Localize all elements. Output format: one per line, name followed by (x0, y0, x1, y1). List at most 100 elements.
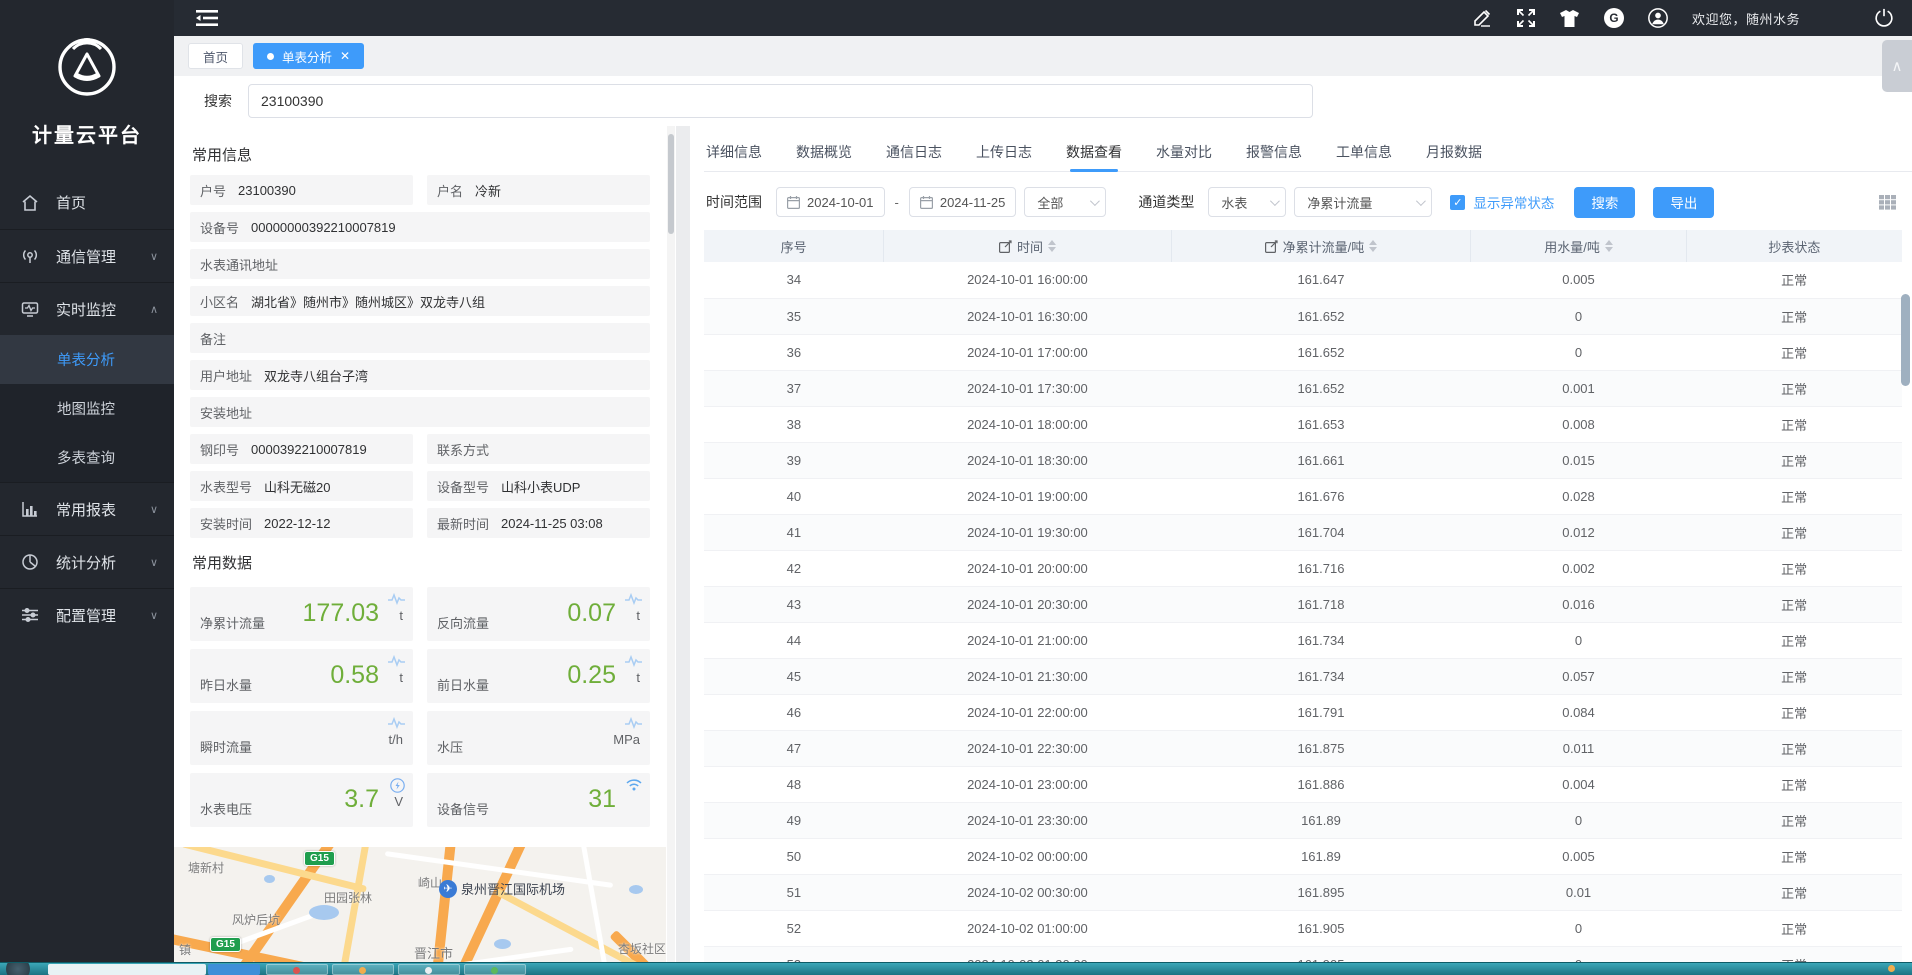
fullscreen-icon[interactable] (1516, 8, 1536, 28)
sidebar-item-single-meter-analysis[interactable]: 单表分析 (0, 335, 174, 384)
table-row[interactable]: 412024-10-01 19:30:00161.7040.012正常 (704, 514, 1902, 550)
sort-carets-icon[interactable] (1605, 240, 1613, 252)
edit-column-icon[interactable] (999, 240, 1012, 253)
table-row[interactable]: 472024-10-01 22:30:00161.8750.011正常 (704, 730, 1902, 766)
taskbar-window[interactable] (266, 964, 328, 975)
avatar-icon[interactable] (1648, 8, 1668, 28)
table-cell: 161.905 (1171, 910, 1471, 946)
taskbar-window[interactable] (208, 964, 260, 975)
sidebar-item-statistics[interactable]: 统计分析 ∨ (0, 535, 174, 588)
nav-tab-single-meter-analysis[interactable]: 单表分析 ✕ (253, 43, 364, 69)
detail-tab-7[interactable]: 报警信息 (1246, 142, 1302, 171)
date-from-input[interactable]: 2024-10-01 (776, 187, 885, 217)
left-panel-scrollbar[interactable] (667, 126, 675, 975)
mini-map[interactable]: G15 G15 塘新村 田园张林 崎山 风炉后坑 镇 晋江市 后林 杏坂社区 袅… (174, 847, 666, 975)
taskbar-window[interactable] (398, 964, 460, 975)
table-cell: 2024-10-02 00:00:00 (884, 838, 1172, 874)
table-row[interactable]: 522024-10-02 01:00:00161.9050正常 (704, 910, 1902, 946)
channel-select[interactable]: 水表 (1208, 187, 1286, 217)
detail-tab-3[interactable]: 通信日志 (886, 142, 942, 171)
detail-tab-9[interactable]: 月报数据 (1426, 142, 1482, 171)
scrollbar-thumb[interactable] (1901, 294, 1910, 386)
column-header-net-flow[interactable]: 净累计流量/吨 (1171, 230, 1471, 262)
taskbar-window[interactable] (48, 964, 206, 975)
sidebar-item-configuration[interactable]: 配置管理 ∨ (0, 588, 174, 641)
table-cell: 2024-10-02 01:00:00 (884, 910, 1172, 946)
tray-icon[interactable] (1888, 965, 1895, 972)
scrollbar-thumb[interactable] (668, 134, 674, 234)
column-header-time[interactable]: 时间 (884, 230, 1172, 262)
table-row[interactable]: 382024-10-01 18:00:00161.6530.008正常 (704, 406, 1902, 442)
detail-tab-1[interactable]: 详细信息 (706, 142, 762, 171)
table-cell: 正常 (1686, 586, 1902, 622)
table-cell: 2024-10-01 16:00:00 (884, 262, 1172, 298)
column-settings-icon[interactable] (1879, 195, 1896, 210)
calendar-icon (920, 196, 933, 209)
export-button[interactable]: 导出 (1653, 187, 1714, 218)
field-device-no: 设备号00000000392210007819 (190, 212, 650, 242)
taskbar-window[interactable] (332, 964, 394, 975)
pie-chart-icon (20, 552, 40, 572)
scroll-top-button[interactable]: ∧ (1882, 40, 1912, 92)
column-header-status[interactable]: 抄表状态 (1686, 230, 1902, 262)
table-row[interactable]: 502024-10-02 00:00:00161.890.005正常 (704, 838, 1902, 874)
theme-icon[interactable] (1560, 8, 1580, 28)
table-scrollbar[interactable] (1901, 236, 1910, 975)
sort-carets-icon[interactable] (1369, 240, 1377, 252)
sidebar-item-multi-meter-query[interactable]: 多表查询 (0, 433, 174, 482)
detail-tab-2[interactable]: 数据概览 (796, 142, 852, 171)
section-title-common-info: 常用信息 (190, 138, 650, 175)
tab-close-icon[interactable]: ✕ (340, 50, 350, 62)
sort-carets-icon[interactable] (1048, 240, 1056, 252)
submenu-label: 地图监控 (57, 398, 115, 419)
metric-select[interactable]: 净累计流量 (1294, 187, 1432, 217)
detail-tab-6[interactable]: 水量对比 (1156, 142, 1212, 171)
taskbar-window[interactable] (464, 964, 526, 975)
table-row[interactable]: 482024-10-01 23:00:00161.8860.004正常 (704, 766, 1902, 802)
sidebar-item-home[interactable]: 首页 (0, 176, 174, 229)
nav-tab-home[interactable]: 首页 (188, 43, 243, 69)
show-abnormal-checkbox[interactable]: ✓ (1450, 195, 1465, 210)
start-button[interactable] (6, 962, 30, 975)
search-input[interactable] (248, 84, 1313, 118)
table-row[interactable]: 422024-10-01 20:00:00161.7160.002正常 (704, 550, 1902, 586)
table-cell: 161.652 (1171, 370, 1471, 406)
table-row[interactable]: 492024-10-01 23:30:00161.890正常 (704, 802, 1902, 838)
detail-tab-5[interactable]: 数据查看 (1066, 142, 1122, 171)
map-airport-marker[interactable]: ✈ 泉州晋江国际机场 (439, 879, 565, 898)
detail-tab-8[interactable]: 工单信息 (1336, 142, 1392, 171)
sidebar-item-communication[interactable]: 通信管理 ∨ (0, 229, 174, 282)
range-select[interactable]: 全部 (1024, 187, 1106, 217)
stat-unit: MPa (613, 732, 640, 747)
google-icon[interactable]: G (1604, 8, 1624, 28)
column-header-usage[interactable]: 用水量/吨 (1471, 230, 1687, 262)
table-row[interactable]: 372024-10-01 17:30:00161.6520.001正常 (704, 370, 1902, 406)
field-latest-time: 最新时间2024-11-25 03:08 (427, 508, 650, 538)
table-row[interactable]: 512024-10-02 00:30:00161.8950.01正常 (704, 874, 1902, 910)
table-row[interactable]: 452024-10-01 21:30:00161.7340.057正常 (704, 658, 1902, 694)
power-icon[interactable] (1874, 8, 1894, 28)
table-row[interactable]: 462024-10-01 22:00:00161.7910.084正常 (704, 694, 1902, 730)
column-label: 时间 (1017, 237, 1043, 256)
sidebar-item-common-reports[interactable]: 常用报表 ∨ (0, 482, 174, 535)
field-label: 水表型号 (200, 477, 252, 496)
sidebar-item-map-monitor[interactable]: 地图监控 (0, 384, 174, 433)
collapse-menu-icon[interactable] (196, 9, 218, 27)
table-row[interactable]: 432024-10-01 20:30:00161.7180.016正常 (704, 586, 1902, 622)
sidebar-item-realtime-monitor[interactable]: 实时监控 ∧ (0, 282, 174, 335)
table-row[interactable]: 442024-10-01 21:00:00161.7340正常 (704, 622, 1902, 658)
show-abnormal-label[interactable]: 显示异常状态 (1473, 192, 1554, 212)
os-taskbar[interactable] (0, 962, 1912, 975)
table-row[interactable]: 342024-10-01 16:00:00161.6470.005正常 (704, 262, 1902, 298)
table-row[interactable]: 392024-10-01 18:30:00161.6610.015正常 (704, 442, 1902, 478)
column-header-index[interactable]: 序号 (704, 230, 884, 262)
table-row[interactable]: 352024-10-01 16:30:00161.6520正常 (704, 298, 1902, 334)
edit-column-icon[interactable] (1265, 240, 1278, 253)
search-button[interactable]: 搜索 (1574, 187, 1635, 218)
table-row[interactable]: 362024-10-01 17:00:00161.6520正常 (704, 334, 1902, 370)
date-to-input[interactable]: 2024-11-25 (909, 187, 1017, 217)
column-label: 序号 (781, 237, 807, 256)
edit-icon[interactable] (1472, 8, 1492, 28)
table-row[interactable]: 402024-10-01 19:00:00161.6760.028正常 (704, 478, 1902, 514)
detail-tab-4[interactable]: 上传日志 (976, 142, 1032, 171)
